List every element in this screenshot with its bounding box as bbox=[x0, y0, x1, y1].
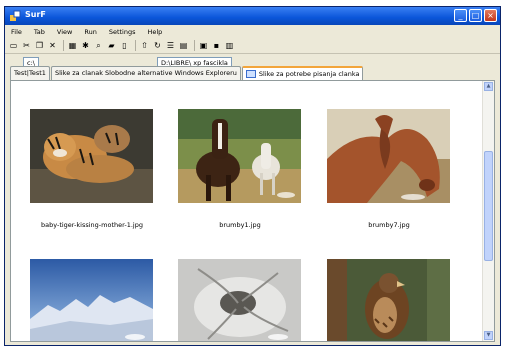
window-title: SurF bbox=[25, 10, 46, 19]
scroll-down-arrow-icon[interactable]: ▼ bbox=[484, 331, 493, 340]
menu-run[interactable]: Run bbox=[78, 28, 102, 36]
tiger-image bbox=[30, 109, 153, 203]
horses-image bbox=[178, 109, 301, 203]
horse-image bbox=[327, 109, 450, 203]
settings-icon[interactable]: ✱ bbox=[80, 40, 91, 51]
tab-strip: Test|Test1 Slike za clanak Slobodne alte… bbox=[10, 66, 364, 80]
delete-icon[interactable]: ✕ bbox=[47, 40, 58, 51]
mountains-image bbox=[30, 259, 153, 341]
folder-up-icon[interactable]: ⇧ bbox=[139, 40, 150, 51]
view-icon[interactable]: ▦ bbox=[67, 40, 78, 51]
file-caption[interactable]: brumby7.jpg bbox=[314, 221, 464, 229]
toolbar-separator bbox=[194, 40, 195, 51]
thumbnail-mountains[interactable] bbox=[30, 259, 153, 341]
file-caption[interactable]: brumby1.jpg bbox=[165, 221, 315, 229]
refresh-icon[interactable]: ↻ bbox=[152, 40, 163, 51]
minimize-button[interactable]: _ bbox=[454, 9, 467, 22]
copy-icon[interactable]: ❐ bbox=[34, 40, 45, 51]
scroll-thumb[interactable] bbox=[484, 151, 493, 261]
close-button[interactable]: × bbox=[484, 9, 497, 22]
maximize-button[interactable]: □ bbox=[469, 9, 482, 22]
hawk-image bbox=[327, 259, 450, 341]
thumbnail-brumby1[interactable] bbox=[178, 109, 301, 203]
title-bar: SurF _ □ × bbox=[5, 7, 500, 25]
toolbar-separator bbox=[63, 40, 64, 51]
thumbnail-abstract[interactable] bbox=[178, 259, 301, 341]
tab-slike-za-potrebe[interactable]: Slike za potrebe pisanja clanka bbox=[241, 66, 364, 80]
cut-icon[interactable]: ✂ bbox=[21, 40, 32, 51]
new-window-icon[interactable]: ▭ bbox=[8, 40, 19, 51]
menu-settings[interactable]: Settings bbox=[103, 28, 142, 36]
tree-icon[interactable]: ☰ bbox=[165, 40, 176, 51]
menu-view[interactable]: View bbox=[51, 28, 78, 36]
folder-icon[interactable]: ▰ bbox=[106, 40, 117, 51]
notes-icon[interactable]: ▥ bbox=[224, 40, 235, 51]
thumbnail-view: baby-tiger-kissing-mother-1.jpg brumby1.… bbox=[10, 80, 495, 342]
thumbnail-hawk[interactable] bbox=[327, 259, 450, 341]
file-caption[interactable]: baby-tiger-kissing-mother-1.jpg bbox=[17, 221, 167, 229]
toolbar-separator bbox=[135, 40, 136, 51]
tab-label: Slike za clanak Slobodne alternative Win… bbox=[54, 69, 237, 77]
folder-view-icon bbox=[245, 70, 256, 78]
abstract-image bbox=[178, 259, 301, 341]
menu-file[interactable]: File bbox=[5, 28, 28, 36]
scroll-up-arrow-icon[interactable]: ▲ bbox=[484, 82, 493, 91]
properties-icon[interactable]: ▣ bbox=[198, 40, 209, 51]
menu-bar: File Tab View Run Settings Help bbox=[5, 25, 500, 38]
menu-help[interactable]: Help bbox=[141, 28, 168, 36]
folder-open-icon[interactable]: ▤ bbox=[178, 40, 189, 51]
menu-tab[interactable]: Tab bbox=[28, 28, 51, 36]
tab-label: Test|Test1 bbox=[14, 69, 46, 77]
thumbnail-brumby7[interactable] bbox=[327, 109, 450, 203]
document-icon[interactable]: ▯ bbox=[119, 40, 130, 51]
tab-test[interactable]: Test|Test1 bbox=[10, 66, 50, 80]
toolbar: ▭ ✂ ❐ ✕ ▦ ✱ ⌕ ▰ ▯ ⇧ ↻ ☰ ▤ ▣ ▪ ▥ bbox=[5, 38, 500, 54]
search-icon[interactable]: ⌕ bbox=[93, 40, 104, 51]
app-icon bbox=[10, 10, 21, 21]
tab-slike-za-clanak[interactable]: Slike za clanak Slobodne alternative Win… bbox=[50, 66, 241, 80]
tab-label: Slike za potrebe pisanja clanka bbox=[258, 70, 360, 78]
vertical-scrollbar[interactable]: ▲ ▼ bbox=[482, 81, 494, 341]
terminal-icon[interactable]: ▪ bbox=[211, 40, 222, 51]
thumbnail-tiger[interactable] bbox=[30, 109, 153, 203]
